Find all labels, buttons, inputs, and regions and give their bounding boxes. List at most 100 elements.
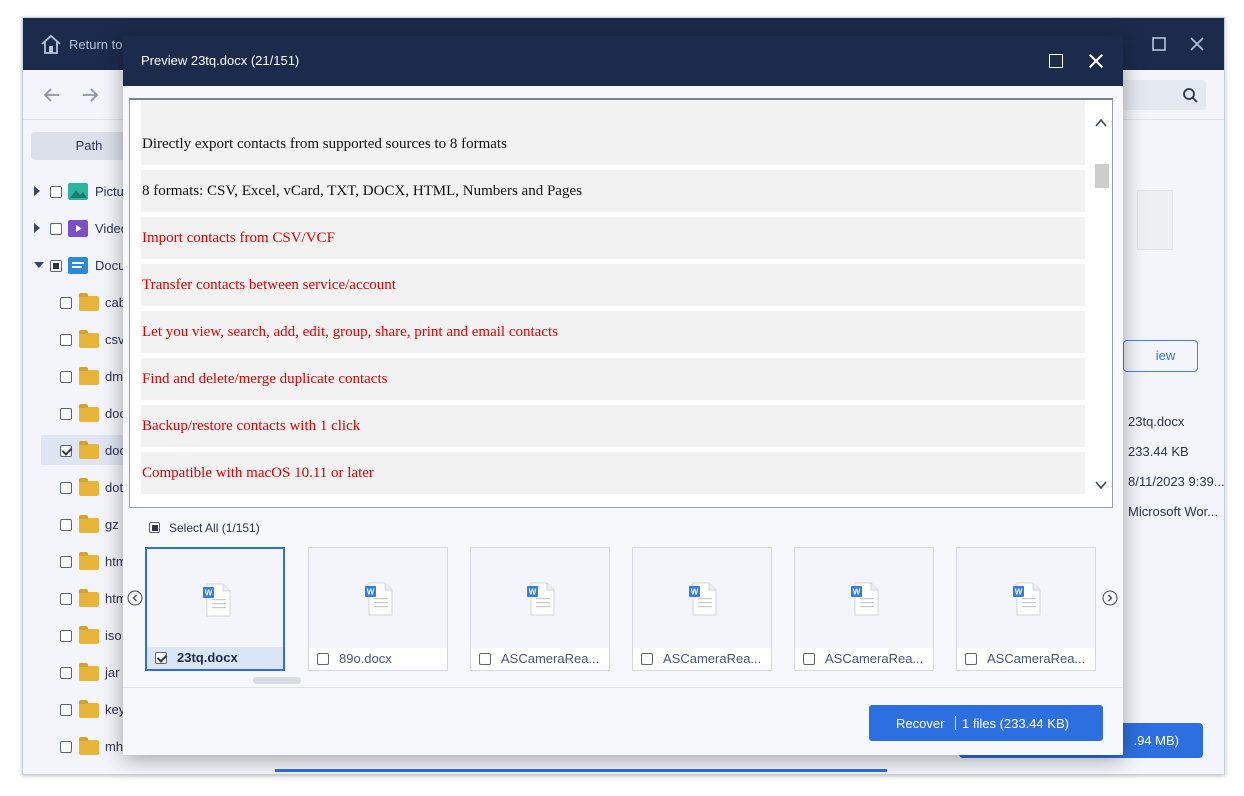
preview-button[interactable]: iew — [1123, 340, 1198, 372]
svg-text:W: W — [367, 588, 375, 597]
thumbnail-footer: ASCameraRea... — [795, 648, 933, 670]
preview-dialog: Preview 23tq.docx (21/151) Directly expo… — [123, 36, 1123, 755]
scroll-down-icon[interactable] — [1094, 478, 1108, 492]
maximize-icon[interactable] — [1147, 32, 1171, 56]
file-preview-thumbnail — [1137, 190, 1173, 250]
select-all-label: Select All (1/151) — [169, 521, 260, 535]
checkbox[interactable] — [60, 704, 72, 716]
thumbnail-item[interactable]: W ASCameraRea... — [794, 547, 934, 671]
svg-text:W: W — [1015, 588, 1023, 597]
thumbnail-filename: ASCameraRea... — [987, 651, 1086, 666]
folder-label: iso — [105, 628, 122, 643]
thumbnail-image: W — [471, 548, 609, 650]
documents-folder-icon — [68, 257, 88, 274]
thumbnail-item[interactable]: W ASCameraRea... — [470, 547, 610, 671]
thumbnail-item[interactable]: W ASCameraRea... — [632, 547, 772, 671]
dialog-title: Preview 23tq.docx (21/151) — [141, 53, 300, 68]
back-arrow-icon[interactable] — [41, 84, 63, 106]
forward-arrow-icon[interactable] — [79, 84, 101, 106]
home-icon[interactable] — [39, 33, 63, 55]
scroll-up-icon[interactable] — [1094, 116, 1108, 130]
word-document-icon: W — [689, 582, 717, 616]
checkbox[interactable] — [60, 519, 72, 531]
dialog-footer: Recover 1 files (233.44 KB) — [123, 687, 1123, 755]
checkbox[interactable] — [50, 186, 62, 198]
file-date-value: 8/11/2023 9:39... — [1128, 474, 1225, 489]
scroll-thumb[interactable] — [1095, 164, 1109, 188]
close-icon[interactable] — [1185, 32, 1209, 56]
collapse-arrow-icon[interactable] — [34, 262, 44, 268]
thumbnail-image: W — [957, 548, 1095, 650]
thumbnail-checkbox[interactable] — [641, 653, 653, 665]
folder-label: dot — [105, 480, 124, 495]
checkbox[interactable] — [60, 297, 72, 309]
vertical-scrollbar[interactable] — [1090, 100, 1112, 507]
button-divider — [955, 716, 956, 730]
document-line: 8 formats: CSV, Excel, vCard, TXT, DOCX,… — [141, 170, 1085, 212]
thumbnail-footer: ASCameraRea... — [957, 648, 1095, 670]
thumbnail-scrollbar[interactable] — [253, 677, 301, 684]
checkbox[interactable] — [60, 408, 72, 420]
checkbox[interactable] — [60, 371, 72, 383]
document-line: Backup/restore contacts with 1 click — [141, 405, 1085, 447]
word-document-icon: W — [1013, 582, 1041, 616]
thumbnail-item[interactable]: W 23tq.docx — [145, 547, 285, 671]
word-document-icon: W — [527, 582, 555, 616]
svg-text:W: W — [853, 588, 861, 597]
videos-folder-icon — [68, 220, 88, 237]
thumbnail-footer: 89o.docx — [309, 648, 447, 670]
maximize-icon[interactable] — [1049, 54, 1063, 68]
recover-label: Recover — [896, 716, 945, 731]
checkbox[interactable] — [60, 630, 72, 642]
document-line: Directly export contacts from supported … — [141, 123, 1085, 165]
document-line: Import contacts from CSV/VCF — [141, 217, 1085, 259]
scan-progress-bar — [275, 769, 887, 772]
thumbnail-item[interactable]: W 89o.docx — [308, 547, 448, 671]
close-icon[interactable] — [1087, 52, 1105, 70]
thumbnail-filename: ASCameraRea... — [825, 651, 924, 666]
return-link[interactable]: Return to — [69, 37, 122, 52]
document-line-partial — [141, 100, 1085, 124]
folder-icon — [79, 626, 99, 644]
folder-label: gz — [105, 517, 119, 532]
folder-icon — [79, 700, 99, 718]
thumbnail-image: W — [633, 548, 771, 650]
file-type-value: Microsoft Wor... — [1128, 504, 1219, 519]
thumbnail-item[interactable]: W ASCameraRea... — [956, 547, 1096, 671]
folder-icon — [79, 589, 99, 607]
expand-arrow-icon[interactable] — [34, 223, 40, 233]
thumbnail-image: W — [147, 549, 283, 651]
recover-button[interactable]: Recover 1 files (233.44 KB) — [869, 705, 1103, 741]
thumbnail-filename: 23tq.docx — [177, 650, 238, 665]
thumbnail-footer: ASCameraRea... — [471, 648, 609, 670]
checkbox[interactable] — [60, 556, 72, 568]
folder-label: mh — [105, 739, 124, 754]
checkbox-checked[interactable] — [60, 445, 72, 457]
checkbox[interactable] — [50, 223, 62, 235]
folder-icon — [79, 404, 99, 422]
thumbnail-checkbox[interactable] — [155, 652, 167, 664]
thumbnail-checkbox[interactable] — [317, 653, 329, 665]
svg-text:W: W — [529, 588, 537, 597]
folder-label: jar — [105, 665, 120, 680]
dialog-titlebar: Preview 23tq.docx (21/151) — [123, 36, 1123, 86]
file-info-panel: iew 23tq.docx 233.44 KB 8/11/2023 9:39..… — [1123, 120, 1224, 774]
checkbox[interactable] — [60, 334, 72, 346]
recover-detail: 1 files (233.44 KB) — [962, 716, 1069, 731]
thumbnail-checkbox[interactable] — [803, 653, 815, 665]
thumbnail-checkbox[interactable] — [965, 653, 977, 665]
select-all-checkbox[interactable] — [149, 522, 160, 533]
checkbox[interactable] — [60, 593, 72, 605]
folder-label: dm — [105, 369, 124, 384]
checkbox[interactable] — [60, 741, 72, 753]
checkbox[interactable] — [60, 667, 72, 679]
thumbnail-checkbox[interactable] — [479, 653, 491, 665]
document-line: Let you view, search, add, edit, group, … — [141, 311, 1085, 353]
checkbox[interactable] — [60, 482, 72, 494]
folder-icon — [79, 441, 99, 459]
checkbox[interactable] — [50, 260, 62, 272]
document-preview[interactable]: Directly export contacts from supported … — [129, 98, 1113, 508]
thumbnail-filename: ASCameraRea... — [501, 651, 600, 666]
folder-icon — [79, 663, 99, 681]
expand-arrow-icon[interactable] — [34, 186, 40, 196]
